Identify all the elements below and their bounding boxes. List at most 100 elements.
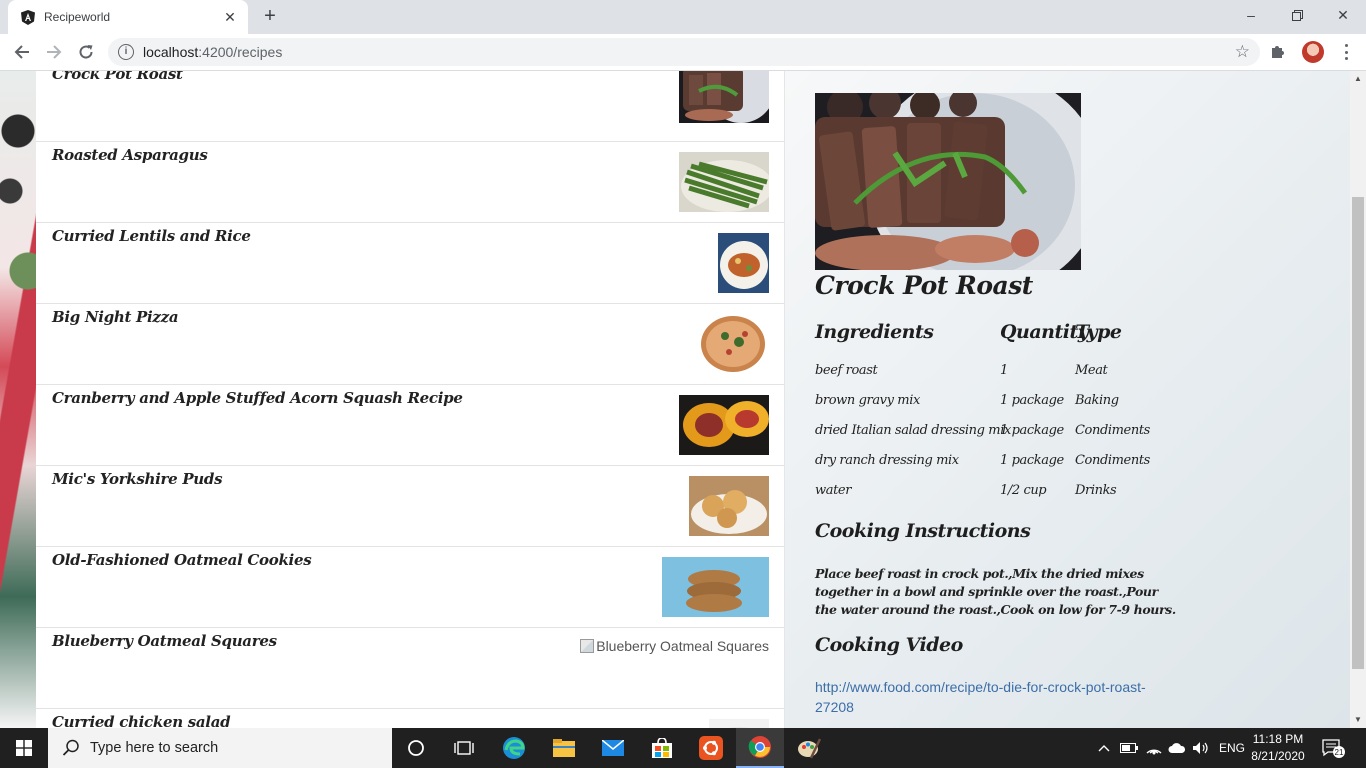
instructions-heading: Cooking Instructions: [815, 520, 1031, 542]
recipe-list-item[interactable]: Curried chicken salad: [36, 709, 784, 728]
ingredient-row: dry ranch dressing mix 1 package Condime…: [815, 453, 1150, 483]
recipe-thumbnail: [679, 395, 769, 455]
volume-icon[interactable]: [1192, 728, 1210, 768]
recipe-thumbnail: [662, 557, 769, 617]
background-food-image: [0, 71, 36, 728]
browser-tab[interactable]: Recipeworld ✕: [8, 0, 248, 34]
ingredient-name: dry ranch dressing mix: [815, 453, 959, 468]
cooking-instructions: Place beef roast in crock pot.,Mix the d…: [815, 566, 1176, 617]
mail-icon[interactable]: [589, 728, 637, 768]
recipe-name: Curried chicken salad: [52, 713, 231, 728]
windows-start-icon[interactable]: [0, 728, 48, 768]
broken-image-alt: Blueberry Oatmeal Squares: [580, 638, 769, 654]
ingredient-quantity: 1 package: [1000, 423, 1064, 438]
site-info-icon[interactable]: i: [118, 44, 134, 60]
clock-time: 11:18 PM: [1252, 732, 1304, 746]
recipe-list-item[interactable]: Roasted Asparagus: [36, 142, 784, 223]
cortana-icon[interactable]: [392, 728, 440, 768]
ingredient-row: brown gravy mix 1 package Baking: [815, 393, 1145, 423]
action-center-icon[interactable]: 21: [1322, 728, 1346, 768]
recipe-list-item[interactable]: Curried Lentils and Rice: [36, 223, 784, 304]
cooking-video-link[interactable]: http://www.food.com/recipe/to-die-for-cr…: [815, 677, 1175, 717]
chrome-icon[interactable]: [736, 728, 784, 768]
ingredient-name: dried Italian salad dressing mix: [815, 423, 1011, 438]
ingredients-table: beef roast 1 Meat brown gravy mix 1 pack…: [815, 363, 1150, 513]
recipe-list-item[interactable]: Crock Pot Roast: [36, 71, 784, 142]
recipe-list-item[interactable]: Blueberry Oatmeal Squares Blueberry Oatm…: [36, 628, 784, 709]
forward-icon[interactable]: [40, 38, 68, 66]
search-placeholder: Type here to search: [90, 740, 219, 756]
video-heading: Cooking Video: [815, 634, 963, 656]
ingredient-row: water 1/2 cup Drinks: [815, 483, 1145, 513]
recipe-thumbnail: [679, 71, 769, 123]
onedrive-cloud-icon[interactable]: [1168, 728, 1186, 768]
bookmark-star-icon[interactable]: ☆: [1235, 42, 1250, 62]
minimize-icon[interactable]: –: [1228, 0, 1274, 30]
recipe-name: Crock Pot Roast: [52, 71, 183, 83]
broken-image-icon: [580, 639, 595, 653]
recipe-list-item[interactable]: Old-Fashioned Oatmeal Cookies: [36, 547, 784, 628]
notification-count: 21: [1335, 748, 1344, 757]
ubuntu-icon[interactable]: [687, 728, 735, 768]
recipe-title: Crock Pot Roast: [815, 271, 1033, 300]
recipe-name: Blueberry Oatmeal Squares: [52, 632, 277, 650]
url-text: localhost:4200/recipes: [143, 44, 282, 60]
back-icon[interactable]: [8, 38, 36, 66]
taskbar-search-box[interactable]: Type here to search: [48, 728, 392, 768]
recipe-list-item[interactable]: Big Night Pizza: [36, 304, 784, 385]
ingredient-quantity: 1 package: [1000, 393, 1064, 408]
ingredient-name: water: [815, 483, 852, 498]
close-window-icon[interactable]: ✕: [1320, 0, 1366, 30]
angular-icon: [20, 9, 36, 25]
reload-icon[interactable]: [72, 38, 100, 66]
browser-tab-strip: Recipeworld ✕ + – ✕: [0, 0, 1366, 34]
recipe-thumbnail: [709, 719, 769, 728]
recipe-list-item[interactable]: Cranberry and Apple Stuffed Acorn Squash…: [36, 385, 784, 466]
ingredients-header: Ingredients: [815, 321, 934, 343]
scroll-thumb[interactable]: [1352, 197, 1364, 669]
ingredient-type: Drinks: [1075, 483, 1117, 498]
recipe-name: Curried Lentils and Rice: [52, 227, 251, 245]
close-tab-icon[interactable]: ✕: [222, 9, 238, 26]
browser-toolbar: i localhost:4200/recipes ☆: [0, 34, 1366, 71]
ingredient-row: beef roast 1 Meat: [815, 363, 1145, 393]
restore-icon[interactable]: [1274, 0, 1320, 30]
page-scrollbar[interactable]: ▲ ▼: [1350, 71, 1366, 728]
ingredient-quantity: 1: [1000, 363, 1008, 378]
recipe-thumbnail: [718, 233, 769, 293]
recipe-thumbnail: [689, 476, 769, 536]
file-explorer-icon[interactable]: [540, 728, 588, 768]
battery-icon[interactable]: [1120, 728, 1138, 768]
task-view-icon[interactable]: [440, 728, 488, 768]
ingredient-row: dried Italian salad dressing mix 1 packa…: [815, 423, 1150, 453]
ingredient-quantity: 1 package: [1000, 453, 1064, 468]
edge-icon[interactable]: [490, 728, 538, 768]
browser-menu-icon[interactable]: [1338, 40, 1354, 64]
ingredient-name: beef roast: [815, 363, 878, 378]
paint-icon[interactable]: [785, 728, 833, 768]
ingredient-name: brown gravy mix: [815, 393, 920, 408]
ingredient-type: Condiments: [1075, 423, 1150, 438]
wifi-icon[interactable]: [1145, 728, 1163, 768]
store-icon[interactable]: [638, 728, 686, 768]
recipe-name: Old-Fashioned Oatmeal Cookies: [52, 551, 312, 569]
address-bar[interactable]: i localhost:4200/recipes ☆: [108, 38, 1260, 66]
recipe-name: Roasted Asparagus: [52, 146, 208, 164]
recipe-list: Crock Pot Roast Roasted Asparagus Currie…: [36, 71, 785, 728]
ingredient-type: Baking: [1075, 393, 1119, 408]
ingredient-type: Meat: [1075, 363, 1108, 378]
extensions-puzzle-icon[interactable]: [1269, 42, 1289, 62]
recipes-page: Crock Pot Roast Roasted Asparagus Currie…: [0, 71, 1350, 728]
recipe-name: Big Night Pizza: [52, 308, 179, 326]
scroll-up-arrow-icon[interactable]: ▲: [1350, 71, 1366, 87]
recipe-list-item[interactable]: Mic's Yorkshire Puds: [36, 466, 784, 547]
language-indicator[interactable]: ENG: [1219, 728, 1245, 768]
ingredient-type: Condiments: [1075, 453, 1150, 468]
scroll-down-arrow-icon[interactable]: ▼: [1350, 712, 1366, 728]
url-host: localhost: [143, 44, 199, 60]
show-hidden-icons[interactable]: [1098, 728, 1110, 768]
new-tab-icon[interactable]: +: [258, 6, 282, 28]
alt-text: Blueberry Oatmeal Squares: [596, 638, 769, 654]
system-clock[interactable]: 11:18 PM 8/21/2020: [1246, 731, 1310, 765]
profile-avatar[interactable]: [1302, 41, 1324, 63]
